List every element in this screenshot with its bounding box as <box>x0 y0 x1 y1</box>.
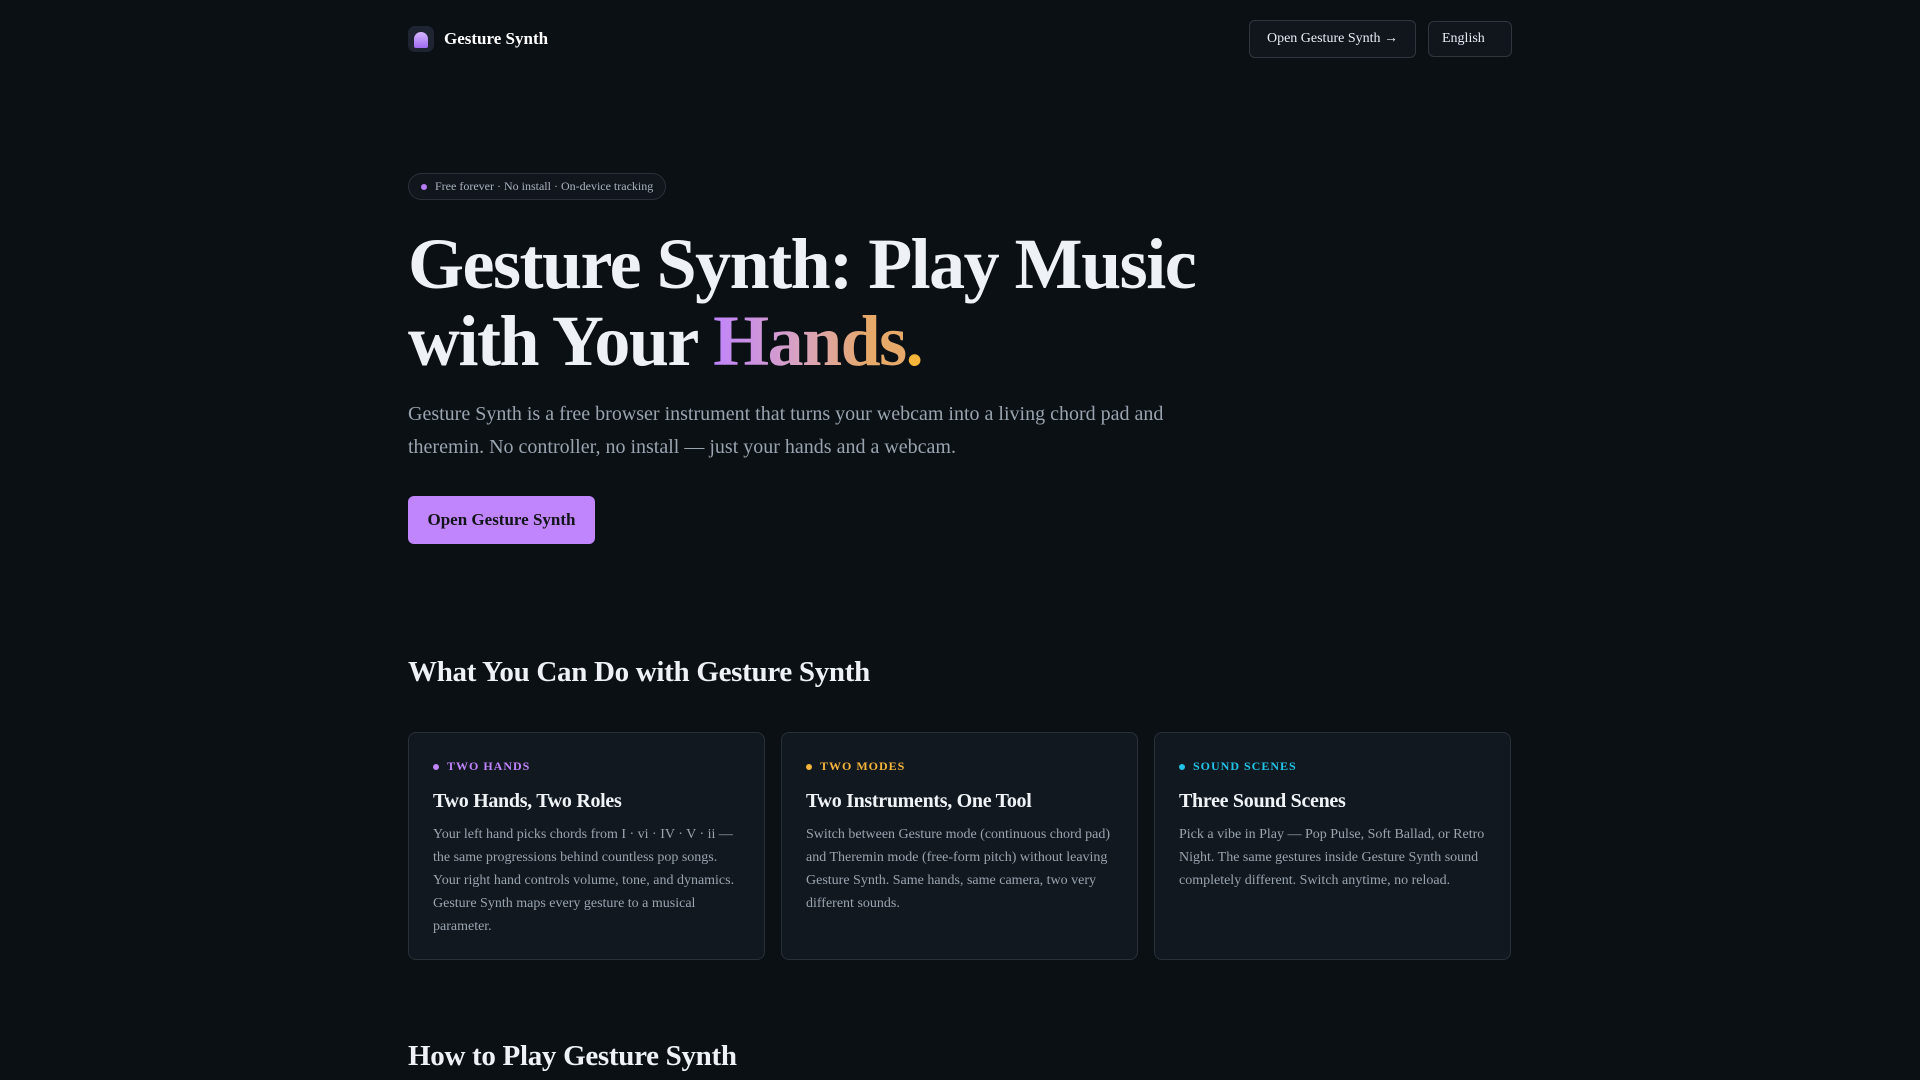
hero-badge: Free forever · No install · On-device tr… <box>408 173 667 200</box>
brand-name: Gesture Synth <box>444 29 549 48</box>
card-body: Pick a vibe in Play — Pop Pulse, Soft Ba… <box>1179 827 1485 888</box>
card-title: Two Instruments, One Tool <box>806 790 1032 812</box>
tag-dot-icon <box>806 763 812 770</box>
card-tag: TWO HANDS <box>433 759 740 774</box>
howto-title: How to Play Gesture Synth <box>408 1040 737 1072</box>
feature-card-sound-scenes: SOUND SCENES Three Sound Scenes Pick a v… <box>1154 732 1511 960</box>
card-tag-label: SOUND SCENES <box>1193 759 1297 773</box>
card-body: Switch between Gesture mode (continuous … <box>806 827 1111 911</box>
brand[interactable]: Gesture Synth <box>408 26 548 52</box>
language-select[interactable]: English <box>1428 21 1512 57</box>
card-tag-label: TWO HANDS <box>447 759 531 773</box>
badge-dot-icon <box>421 183 427 190</box>
card-body: Your left hand picks chords from I · vi … <box>433 827 735 934</box>
hero-title-period: . <box>905 301 924 381</box>
feature-cards: TWO HANDS Two Hands, Two Roles Your left… <box>408 732 1512 960</box>
card-tag-label: TWO MODES <box>820 759 906 773</box>
open-app-button[interactable]: Open Gesture Synth → <box>1248 20 1416 58</box>
features-title: What You Can Do with Gesture Synth <box>408 656 870 688</box>
card-tag: TWO MODES <box>806 759 1113 774</box>
card-title: Three Sound Scenes <box>1179 790 1346 812</box>
hero-badge-text: Free forever · No install · On-device tr… <box>435 179 654 193</box>
hero-title-highlight: Hands <box>713 301 907 381</box>
card-title: Two Hands, Two Roles <box>433 790 622 812</box>
tag-dot-icon <box>433 763 439 770</box>
logo-icon <box>408 26 434 52</box>
tag-dot-icon <box>1179 763 1185 770</box>
feature-card-two-hands: TWO HANDS Two Hands, Two Roles Your left… <box>408 732 765 960</box>
feature-card-two-modes: TWO MODES Two Instruments, One Tool Swit… <box>781 732 1138 960</box>
hero-subtitle: Gesture Synth is a free browser instrume… <box>408 403 1164 458</box>
top-nav: Gesture Synth Open Gesture Synth → Engli… <box>408 20 1512 58</box>
open-gesture-synth-button[interactable]: Open Gesture Synth <box>408 496 595 544</box>
nav-actions: Open Gesture Synth → English <box>1248 20 1512 58</box>
hero-title: Gesture Synth: Play Music with Your Hand… <box>408 226 1308 380</box>
card-tag: SOUND SCENES <box>1179 759 1486 774</box>
